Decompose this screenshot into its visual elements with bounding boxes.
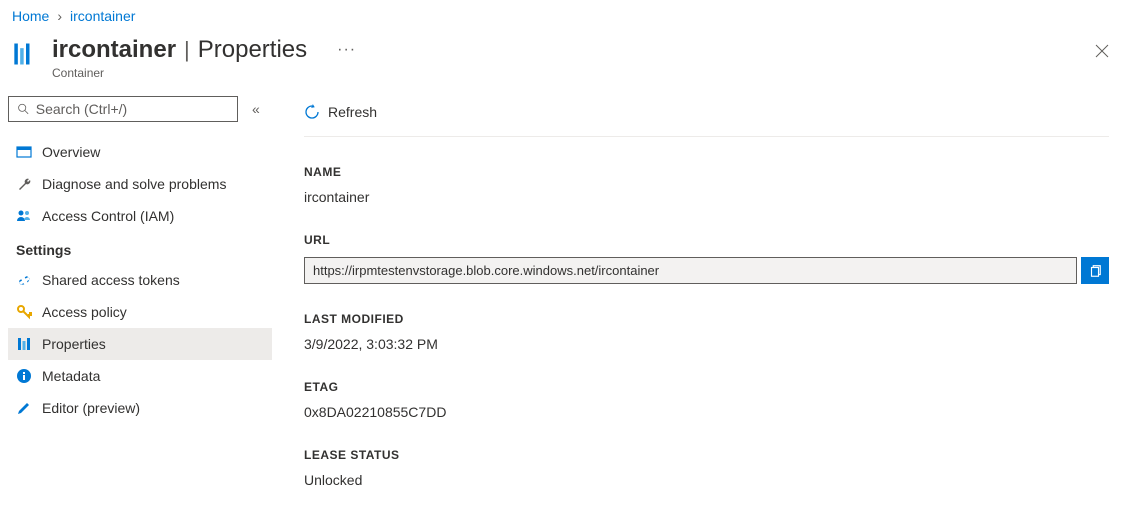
container-icon	[12, 40, 40, 68]
people-icon	[16, 208, 32, 224]
title-separator: |	[184, 37, 190, 63]
copy-url-button[interactable]	[1081, 257, 1109, 284]
more-menu-icon[interactable]: ···	[337, 41, 356, 59]
prop-modified-value: 3/9/2022, 3:03:32 PM	[304, 336, 1109, 352]
page-title: ircontainer	[52, 36, 176, 64]
nav-label: Overview	[42, 144, 100, 160]
collapse-sidebar-button[interactable]: «	[248, 97, 264, 121]
refresh-label: Refresh	[328, 104, 377, 120]
breadcrumb: Home › ircontainer	[0, 0, 1129, 32]
prop-lease-label: LEASE STATUS	[304, 448, 1109, 462]
prop-name-label: NAME	[304, 165, 1109, 179]
prop-etag-value: 0x8DA02210855C7DD	[304, 404, 1109, 420]
link-icon	[16, 272, 32, 288]
overview-icon	[16, 144, 32, 160]
prop-modified-label: LAST MODIFIED	[304, 312, 1109, 326]
search-box[interactable]	[8, 96, 238, 122]
nav-access-policy[interactable]: Access policy	[8, 296, 272, 328]
nav-label: Access policy	[42, 304, 127, 320]
breadcrumb-home[interactable]: Home	[12, 8, 49, 24]
prop-etag-label: ETAG	[304, 380, 1109, 394]
prop-url-label: URL	[304, 233, 1109, 247]
close-button[interactable]	[1087, 36, 1117, 69]
nav-label: Diagnose and solve problems	[42, 176, 226, 192]
main-content: Refresh NAME ircontainer URL https://irp…	[280, 94, 1129, 531]
properties-icon	[16, 336, 32, 352]
nav-label: Properties	[42, 336, 106, 352]
nav-section-settings: Settings	[8, 232, 272, 264]
search-input[interactable]	[36, 101, 229, 117]
chevron-right-icon: ›	[57, 8, 62, 24]
key-icon	[16, 304, 32, 320]
nav-label: Editor (preview)	[42, 400, 140, 416]
nav-overview[interactable]: Overview	[8, 136, 272, 168]
page-subcaption: Container	[52, 66, 356, 80]
toolbar: Refresh	[304, 94, 1109, 137]
breadcrumb-current[interactable]: ircontainer	[70, 8, 135, 24]
nav-metadata[interactable]: Metadata	[8, 360, 272, 392]
nav-shared-tokens[interactable]: Shared access tokens	[8, 264, 272, 296]
copy-icon	[1088, 264, 1102, 278]
nav-label: Access Control (IAM)	[42, 208, 174, 224]
refresh-icon	[304, 104, 320, 120]
sidebar: « Overview Diagnose and solve problems A…	[0, 94, 280, 531]
prop-name-value: ircontainer	[304, 189, 1109, 205]
search-icon	[17, 102, 30, 116]
prop-lease-value: Unlocked	[304, 472, 1109, 488]
wrench-icon	[16, 176, 32, 192]
nav-label: Metadata	[42, 368, 100, 384]
page-header: ircontainer | Properties ··· Container	[0, 32, 1129, 94]
nav-editor[interactable]: Editor (preview)	[8, 392, 272, 424]
prop-url-value[interactable]: https://irpmtestenvstorage.blob.core.win…	[304, 257, 1077, 284]
page-section: Properties	[198, 36, 307, 64]
nav-label: Shared access tokens	[42, 272, 180, 288]
pencil-icon	[16, 400, 32, 416]
info-icon	[16, 368, 32, 384]
nav-iam[interactable]: Access Control (IAM)	[8, 200, 272, 232]
nav-diagnose[interactable]: Diagnose and solve problems	[8, 168, 272, 200]
nav-properties[interactable]: Properties	[8, 328, 272, 360]
refresh-button[interactable]: Refresh	[304, 100, 377, 124]
